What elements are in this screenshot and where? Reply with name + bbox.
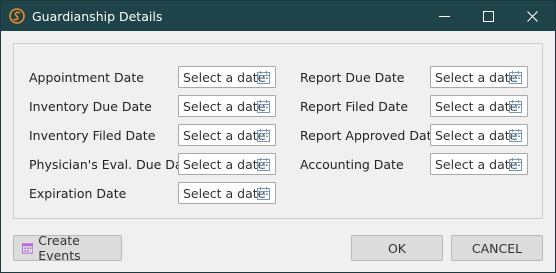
- maximize-icon: [482, 10, 494, 22]
- inventory-filed-date-picker[interactable]: Select a date: [178, 124, 276, 146]
- physicians-eval-due-date-label: Physician's Eval. Due Date: [29, 157, 196, 172]
- ok-label: OK: [387, 240, 407, 256]
- ok-button[interactable]: OK: [351, 235, 443, 261]
- report-due-date-picker[interactable]: Select a date: [430, 66, 528, 88]
- calendar-icon[interactable]: [509, 129, 522, 142]
- close-button[interactable]: [510, 1, 554, 31]
- physicians-eval-due-date-picker[interactable]: Select a date: [178, 153, 276, 175]
- report-approved-date-placeholder: Select a date: [435, 128, 518, 143]
- create-events-label: Create Events: [38, 233, 81, 263]
- expiration-date-placeholder: Select a date: [183, 186, 266, 201]
- create-events-button[interactable]: Create Events: [13, 233, 122, 263]
- report-approved-date-label: Report Approved Date: [300, 128, 440, 143]
- report-filed-date-placeholder: Select a date: [435, 99, 518, 114]
- appointment-date-placeholder: Select a date: [183, 70, 266, 85]
- appointment-date-label: Appointment Date: [29, 70, 144, 85]
- calendar-icon[interactable]: [257, 71, 270, 84]
- calendar-icon[interactable]: [257, 187, 270, 200]
- calendar-icon[interactable]: [509, 71, 522, 84]
- appointment-date-picker[interactable]: Select a date: [178, 66, 276, 88]
- minimize-button[interactable]: [422, 1, 466, 31]
- accounting-date-label: Accounting Date: [300, 157, 404, 172]
- inventory-due-date-picker[interactable]: Select a date: [178, 95, 276, 117]
- report-filed-date-picker[interactable]: Select a date: [430, 95, 528, 117]
- accounting-date-placeholder: Select a date: [435, 157, 518, 172]
- calendar-icon[interactable]: [509, 100, 522, 113]
- inventory-due-date-label: Inventory Due Date: [29, 99, 152, 114]
- maximize-button[interactable]: [466, 1, 510, 31]
- guardianship-details-dialog: Guardianship Details Appointment Date Se…: [0, 0, 556, 273]
- report-filed-date-label: Report Filed Date: [300, 99, 409, 114]
- report-approved-date-picker[interactable]: Select a date: [430, 124, 528, 146]
- physicians-eval-due-date-placeholder: Select a date: [183, 157, 266, 172]
- window-title: Guardianship Details: [32, 9, 163, 24]
- calendar-icon[interactable]: [257, 100, 270, 113]
- title-bar[interactable]: Guardianship Details: [1, 1, 555, 31]
- expiration-date-label: Expiration Date: [29, 186, 127, 201]
- report-due-date-label: Report Due Date: [300, 70, 405, 85]
- report-due-date-placeholder: Select a date: [435, 70, 518, 85]
- inventory-due-date-placeholder: Select a date: [183, 99, 266, 114]
- close-icon: [526, 10, 538, 22]
- calendar-icon[interactable]: [257, 129, 270, 142]
- cancel-button[interactable]: CANCEL: [451, 235, 543, 261]
- calendar-icon[interactable]: [509, 158, 522, 171]
- app-logo-icon: [9, 8, 25, 24]
- minimize-icon: [438, 15, 450, 17]
- expiration-date-picker[interactable]: Select a date: [178, 182, 276, 204]
- events-calendar-icon: [22, 243, 34, 254]
- accounting-date-picker[interactable]: Select a date: [430, 153, 528, 175]
- calendar-icon[interactable]: [257, 158, 270, 171]
- inventory-filed-date-label: Inventory Filed Date: [29, 128, 156, 143]
- inventory-filed-date-placeholder: Select a date: [183, 128, 266, 143]
- cancel-label: CANCEL: [471, 240, 523, 256]
